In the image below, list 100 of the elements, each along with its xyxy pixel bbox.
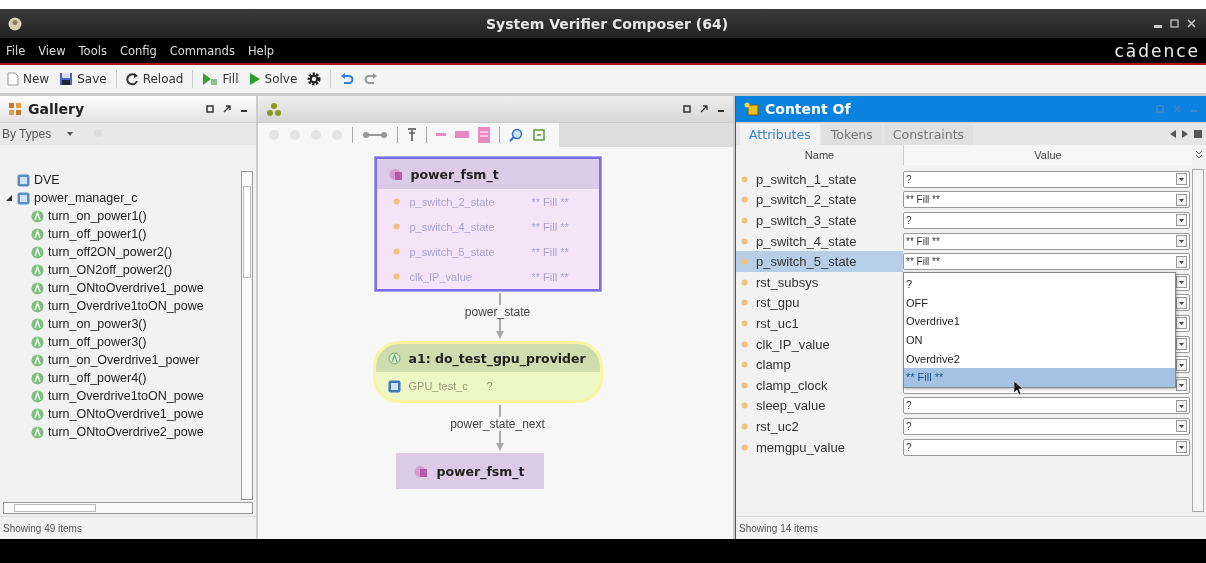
- tree-item[interactable]: DVE: [34, 173, 60, 187]
- dropdown-option[interactable]: ** Fill **: [904, 368, 1175, 387]
- zoom-icon[interactable]: [509, 128, 523, 142]
- tree-item[interactable]: turn_ON2off_power2(): [48, 263, 173, 277]
- document-icon: [7, 72, 19, 86]
- action-node[interactable]: a1: do_test_gpu_provider GPU_test_c ?: [372, 341, 603, 403]
- menu-item[interactable]: View: [38, 43, 66, 58]
- menu-item[interactable]: Config: [119, 43, 157, 58]
- dropdown-option[interactable]: ?: [904, 275, 1175, 294]
- tab[interactable]: Attributes: [740, 124, 820, 145]
- scrollbar[interactable]: [1192, 169, 1204, 512]
- attribute-name[interactable]: rst_uc2: [736, 416, 903, 437]
- value-dropdown[interactable]: ** Fill **: [903, 191, 1190, 209]
- attribute-icon: [741, 196, 748, 204]
- dropdown-option[interactable]: ON: [904, 330, 1175, 350]
- chevron-icon[interactable]: [1196, 151, 1202, 159]
- value-dropdown[interactable]: ?: [903, 212, 1190, 229]
- value-dropdown[interactable]: ?: [903, 438, 1190, 456]
- tree-item[interactable]: turn_Overdrive1toON_powe: [48, 389, 204, 403]
- menu-item[interactable]: File: [6, 43, 26, 58]
- tree-item[interactable]: turn_Overdrive1toON_powe: [48, 299, 204, 313]
- fill-icon: [202, 72, 219, 86]
- dash-icon[interactable]: [436, 133, 446, 137]
- column-header[interactable]: Name: [736, 149, 903, 161]
- menu-item[interactable]: Help: [247, 43, 275, 58]
- tree-item[interactable]: turn_ONtoOverdrive2_powe: [48, 425, 204, 439]
- value-dropdown[interactable]: ?: [903, 397, 1190, 415]
- value-dropdown[interactable]: ** Fill **: [903, 253, 1190, 271]
- attribute-name[interactable]: rst_gpu: [736, 292, 903, 314]
- menu-item[interactable]: Tools: [78, 43, 107, 58]
- toolbar-button[interactable]: Fill: [198, 70, 243, 88]
- close-button[interactable]: [1185, 17, 1198, 30]
- logo: cādence: [1114, 40, 1200, 61]
- tree-item[interactable]: turn_off2ON_power2(): [48, 245, 173, 259]
- rectangle-icon[interactable]: [455, 131, 469, 139]
- attribute-icon: [741, 278, 748, 286]
- dropdown-option[interactable]: Overdrive2: [904, 349, 1175, 369]
- attribute-name[interactable]: clamp_clock: [736, 374, 903, 396]
- scroll-left-icon[interactable]: [1170, 130, 1176, 138]
- float-icon[interactable]: [683, 105, 691, 113]
- attribute-name[interactable]: rst_uc1: [736, 313, 903, 334]
- action-icon: [31, 227, 44, 241]
- attribute-name[interactable]: rst_subsys: [736, 271, 903, 293]
- fit-icon[interactable]: [532, 128, 546, 142]
- pin-icon[interactable]: [700, 105, 708, 113]
- field-name: clk_IP_value: [409, 270, 473, 283]
- connector-icon[interactable]: [362, 131, 388, 139]
- node-title: power_fsm_t: [436, 463, 525, 479]
- struct-node[interactable]: power_fsm_t p_switch_2_state ** Fill ** p_switch_4_state ** Fill ** p_switch_5_state ** Fill ** clk_IP_value ** Fill **: [374, 157, 601, 291]
- scroll-right-icon[interactable]: [1182, 130, 1188, 138]
- tree-item[interactable]: turn_off_power1(): [48, 227, 147, 241]
- field-name: p_switch_2_state: [409, 195, 496, 208]
- float-icon[interactable]: [206, 105, 214, 113]
- tree-item[interactable]: turn_on_Overdrive1_power: [48, 353, 200, 367]
- list-icon[interactable]: [478, 127, 490, 143]
- attribute-name[interactable]: clamp: [736, 354, 903, 375]
- toolbar-button[interactable]: New: [3, 70, 54, 88]
- attribute-name[interactable]: clk_IP_value: [736, 333, 903, 355]
- menu-item[interactable]: Commands: [169, 43, 235, 58]
- tree-item[interactable]: turn_off_power3(): [48, 335, 147, 349]
- scrollbar[interactable]: [241, 171, 253, 500]
- dropdown-option[interactable]: OFF: [904, 293, 1175, 313]
- tree-item[interactable]: turn_on_power1(): [48, 209, 147, 223]
- content-icon: [744, 102, 759, 116]
- toolbar-button[interactable]: Reload: [121, 70, 188, 88]
- scrollbar[interactable]: [3, 502, 253, 514]
- app-icon: [8, 16, 22, 31]
- tree-item[interactable]: turn_off_power4(): [48, 371, 147, 385]
- class-icon: [17, 191, 30, 205]
- gear-icon: [307, 72, 322, 86]
- attribute-name[interactable]: sleep_value: [736, 395, 903, 417]
- filter-icon[interactable]: [407, 128, 417, 142]
- attribute-name[interactable]: p_switch_2_state: [736, 189, 903, 211]
- expanded-arrow-icon[interactable]: [6, 194, 13, 202]
- value-dropdown[interactable]: ?: [903, 170, 1190, 188]
- attribute-name[interactable]: p_switch_5_state: [736, 251, 903, 272]
- attribute-icon: [392, 248, 400, 255]
- maximize-button[interactable]: [1168, 17, 1181, 30]
- tree-item[interactable]: turn_ONtoOverdrive1_powe: [48, 407, 204, 421]
- value-dropdown[interactable]: ?: [903, 417, 1190, 435]
- class-icon: [17, 173, 30, 187]
- attribute-name[interactable]: p_switch_3_state: [736, 210, 903, 231]
- tree-item[interactable]: turn_ONtoOverdrive1_powe: [48, 281, 204, 295]
- value-dropdown[interactable]: ** Fill **: [903, 232, 1190, 250]
- tree-item[interactable]: power_manager_c: [34, 191, 138, 205]
- dropdown-option[interactable]: Overdrive1: [904, 312, 1175, 331]
- column-header[interactable]: Value: [903, 145, 1192, 165]
- toolbar-button[interactable]: Solve: [244, 70, 302, 88]
- struct-icon: [388, 167, 403, 181]
- window-title: System Verifier Composer (64): [484, 15, 730, 32]
- action-icon: [31, 389, 44, 403]
- action-icon: [31, 317, 44, 331]
- attribute-name[interactable]: p_switch_1_state: [736, 169, 903, 190]
- toolbar-button[interactable]: Save: [55, 70, 111, 88]
- gallery-icon: [8, 102, 22, 116]
- attribute-name[interactable]: memgpu_value: [736, 436, 903, 458]
- filter-dropdown[interactable]: By Types: [2, 127, 74, 141]
- tree-item[interactable]: turn_on_power3(): [48, 317, 147, 331]
- pin-icon[interactable]: [223, 105, 231, 113]
- attribute-name[interactable]: p_switch_4_state: [736, 230, 903, 252]
